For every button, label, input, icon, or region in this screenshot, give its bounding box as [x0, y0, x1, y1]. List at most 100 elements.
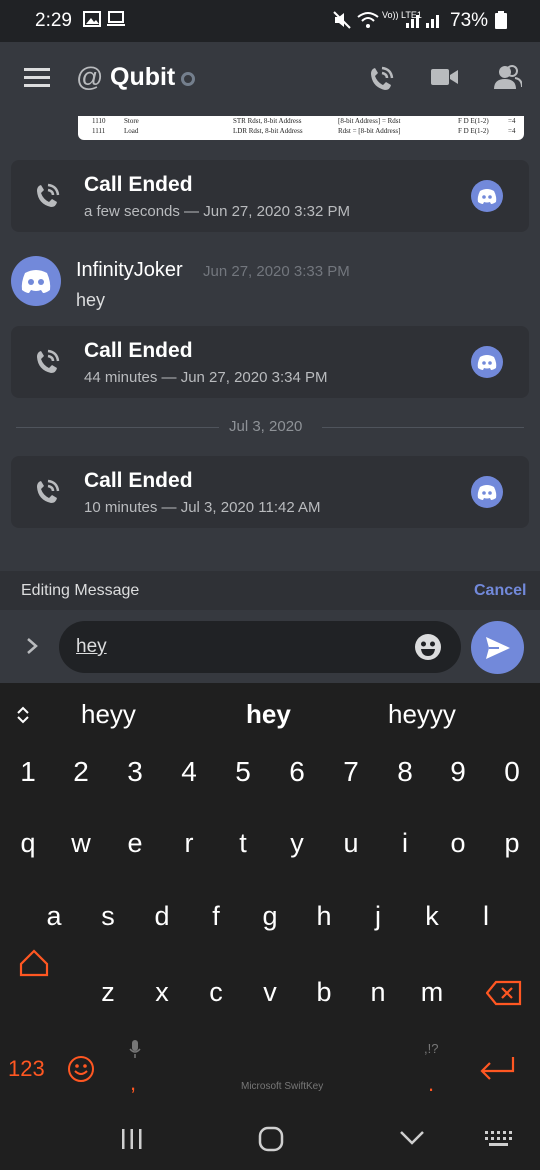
emoji-icon[interactable] — [414, 633, 442, 661]
message-timestamp: Jun 27, 2020 3:33 PM — [203, 263, 350, 280]
call-ended-card[interactable]: Call Ended 10 minutes — Jul 3, 2020 11:4… — [11, 456, 529, 528]
date-divider-line — [16, 427, 219, 428]
call-title: Call Ended — [84, 339, 193, 362]
discord-logo-icon — [471, 476, 503, 508]
key-n[interactable]: n — [358, 977, 398, 1008]
key-r[interactable]: r — [169, 828, 209, 859]
expand-icon[interactable] — [15, 706, 31, 724]
editing-message-bar: Editing Message Cancel — [0, 571, 540, 610]
call-icon[interactable] — [367, 65, 395, 93]
key-7[interactable]: 7 — [331, 756, 371, 788]
key-m[interactable]: m — [412, 977, 452, 1008]
key-b[interactable]: b — [304, 977, 344, 1008]
channel-header: @ Qubit — [0, 42, 540, 116]
comma-key[interactable]: , — [130, 1070, 136, 1096]
back-icon[interactable] — [399, 1130, 425, 1146]
key-h[interactable]: h — [304, 901, 344, 932]
message-text[interactable]: hey — [76, 290, 105, 311]
cancel-edit-button[interactable]: Cancel — [474, 582, 526, 600]
status-indicator — [181, 72, 195, 86]
members-icon[interactable] — [494, 65, 522, 91]
key-z[interactable]: z — [88, 977, 128, 1008]
call-ended-card[interactable]: Call Ended 44 minutes — Jun 27, 2020 3:3… — [11, 326, 529, 398]
key-w[interactable]: w — [61, 828, 101, 859]
composer: hey — [0, 610, 540, 683]
suggestion[interactable]: heyyy — [388, 699, 456, 730]
keyboard-switch-icon[interactable] — [484, 1130, 514, 1148]
spacebar[interactable]: Microsoft SwiftKey — [241, 1081, 323, 1092]
call-title: Call Ended — [84, 469, 193, 492]
cast-icon — [107, 11, 125, 26]
phone-icon — [37, 479, 60, 503]
key-p[interactable]: p — [492, 828, 532, 859]
punctuation-hint: ,!? — [424, 1041, 439, 1056]
date-divider: Jul 3, 2020 — [229, 418, 303, 435]
send-icon — [486, 637, 510, 659]
key-v[interactable]: v — [250, 977, 290, 1008]
key-l[interactable]: l — [466, 901, 506, 932]
key-9[interactable]: 9 — [438, 756, 478, 788]
keyboard: heyy hey heyyy 1234567890qwertyuiopasdfg… — [0, 683, 540, 1110]
suggestion[interactable]: heyy — [81, 699, 136, 730]
home-icon[interactable] — [258, 1126, 284, 1152]
chevron-right-icon[interactable] — [25, 636, 39, 656]
message-author[interactable]: InfinityJoker — [76, 259, 183, 282]
key-u[interactable]: u — [331, 828, 371, 859]
key-f[interactable]: f — [196, 901, 236, 932]
key-i[interactable]: i — [385, 828, 425, 859]
period-key[interactable]: . — [428, 1071, 434, 1097]
key-g[interactable]: g — [250, 901, 290, 932]
backspace-icon[interactable] — [486, 980, 522, 1006]
document-attachment-preview[interactable]: 1110 Store STR Rdst, 8-bit Address [8-bi… — [78, 116, 524, 140]
date-divider-line — [322, 427, 524, 428]
channel-title[interactable]: Qubit — [110, 63, 175, 92]
key-d[interactable]: d — [142, 901, 182, 932]
key-x[interactable]: x — [142, 977, 182, 1008]
key-c[interactable]: c — [196, 977, 236, 1008]
key-1[interactable]: 1 — [8, 756, 48, 788]
recents-icon[interactable] — [120, 1128, 144, 1150]
shift-icon[interactable] — [19, 948, 49, 978]
video-icon[interactable] — [431, 65, 459, 89]
key-0[interactable]: 0 — [492, 756, 532, 788]
call-subtitle: a few seconds — Jun 27, 2020 3:32 PM — [84, 203, 350, 220]
mute-icon — [333, 11, 351, 29]
key-k[interactable]: k — [412, 901, 452, 932]
key-o[interactable]: o — [438, 828, 478, 859]
number-mode-key[interactable]: 123 — [8, 1056, 45, 1082]
key-e[interactable]: e — [115, 828, 155, 859]
phone-icon — [37, 349, 60, 373]
key-q[interactable]: q — [8, 828, 48, 859]
key-j[interactable]: j — [358, 901, 398, 932]
dm-at-icon: @ — [76, 62, 104, 92]
key-4[interactable]: 4 — [169, 756, 209, 788]
send-button[interactable] — [471, 621, 524, 674]
battery-icon — [495, 11, 507, 29]
key-8[interactable]: 8 — [385, 756, 425, 788]
message-list[interactable]: 1110 Store STR Rdst, 8-bit Address [8-bi… — [0, 116, 540, 571]
message-input[interactable]: hey — [59, 621, 461, 673]
enter-icon[interactable] — [478, 1054, 516, 1084]
call-ended-card[interactable]: Call Ended a few seconds — Jun 27, 2020 … — [11, 160, 529, 232]
gallery-icon — [83, 11, 101, 27]
key-y[interactable]: y — [277, 828, 317, 859]
key-s[interactable]: s — [88, 901, 128, 932]
status-bar: 2:29 Vo)) LTE1 73% — [0, 0, 540, 42]
smile-icon[interactable] — [67, 1055, 95, 1083]
avatar[interactable] — [11, 256, 61, 306]
key-6[interactable]: 6 — [277, 756, 317, 788]
key-a[interactable]: a — [34, 901, 74, 932]
battery-level: 73% — [450, 10, 489, 31]
message-input-value[interactable]: hey — [76, 636, 107, 658]
suggestion[interactable]: hey — [246, 699, 291, 730]
phone-icon — [37, 183, 60, 207]
editing-label: Editing Message — [21, 582, 140, 599]
key-2[interactable]: 2 — [61, 756, 101, 788]
key-3[interactable]: 3 — [115, 756, 155, 788]
discord-logo-icon — [471, 346, 503, 378]
mic-icon[interactable] — [129, 1040, 141, 1058]
key-t[interactable]: t — [223, 828, 263, 859]
call-subtitle: 10 minutes — Jul 3, 2020 11:42 AM — [84, 499, 321, 516]
key-5[interactable]: 5 — [223, 756, 263, 788]
menu-icon[interactable] — [24, 68, 50, 88]
